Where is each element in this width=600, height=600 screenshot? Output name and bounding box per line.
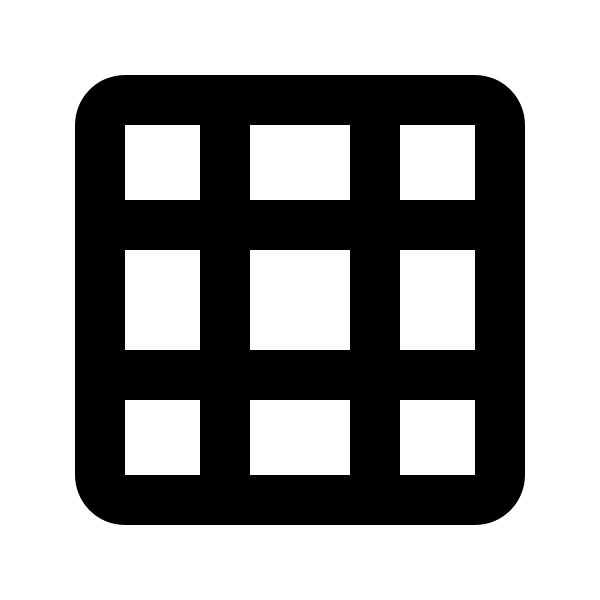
grid-icon (75, 75, 525, 525)
grid-cell (250, 400, 350, 475)
grid-cell (250, 125, 350, 200)
grid-cell (125, 125, 200, 200)
grid-cell (400, 400, 475, 475)
grid-cell (250, 250, 350, 350)
icon-canvas (0, 0, 600, 600)
grid-cell (125, 250, 200, 350)
grid-cell (400, 250, 475, 350)
grid-cell (400, 125, 475, 200)
grid-cell (125, 400, 200, 475)
